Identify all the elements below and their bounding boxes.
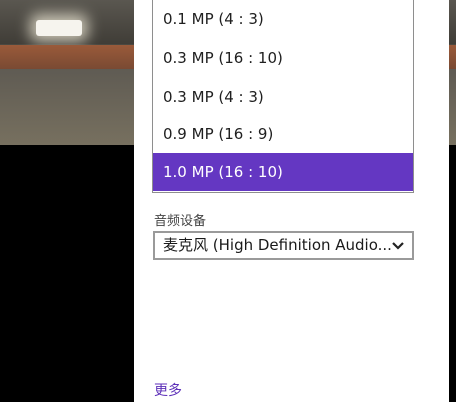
- audio-device-value: 麦克风 (High Definition Audio...: [163, 236, 392, 254]
- audio-device-select[interactable]: 麦克风 (High Definition Audio...: [153, 231, 414, 260]
- chevron-down-icon: [392, 242, 404, 250]
- resolution-option[interactable]: 0.9 MP (16 : 9): [153, 115, 413, 153]
- resolution-option[interactable]: 0.1 MP (4 : 3): [153, 0, 413, 38]
- preview-ceiling-light: [36, 20, 82, 36]
- more-link[interactable]: 更多: [154, 380, 182, 400]
- resolution-dropdown-list[interactable]: 0.1 MP (4 : 3) 0.3 MP (16 : 10) 0.3 MP (…: [152, 0, 414, 193]
- audio-device-label: 音频设备: [154, 214, 207, 229]
- resolution-option[interactable]: 0.3 MP (16 : 10): [153, 39, 413, 77]
- resolution-option-selected[interactable]: 1.0 MP (16 : 10): [153, 153, 413, 191]
- resolution-option[interactable]: 0.3 MP (4 : 3): [153, 78, 413, 116]
